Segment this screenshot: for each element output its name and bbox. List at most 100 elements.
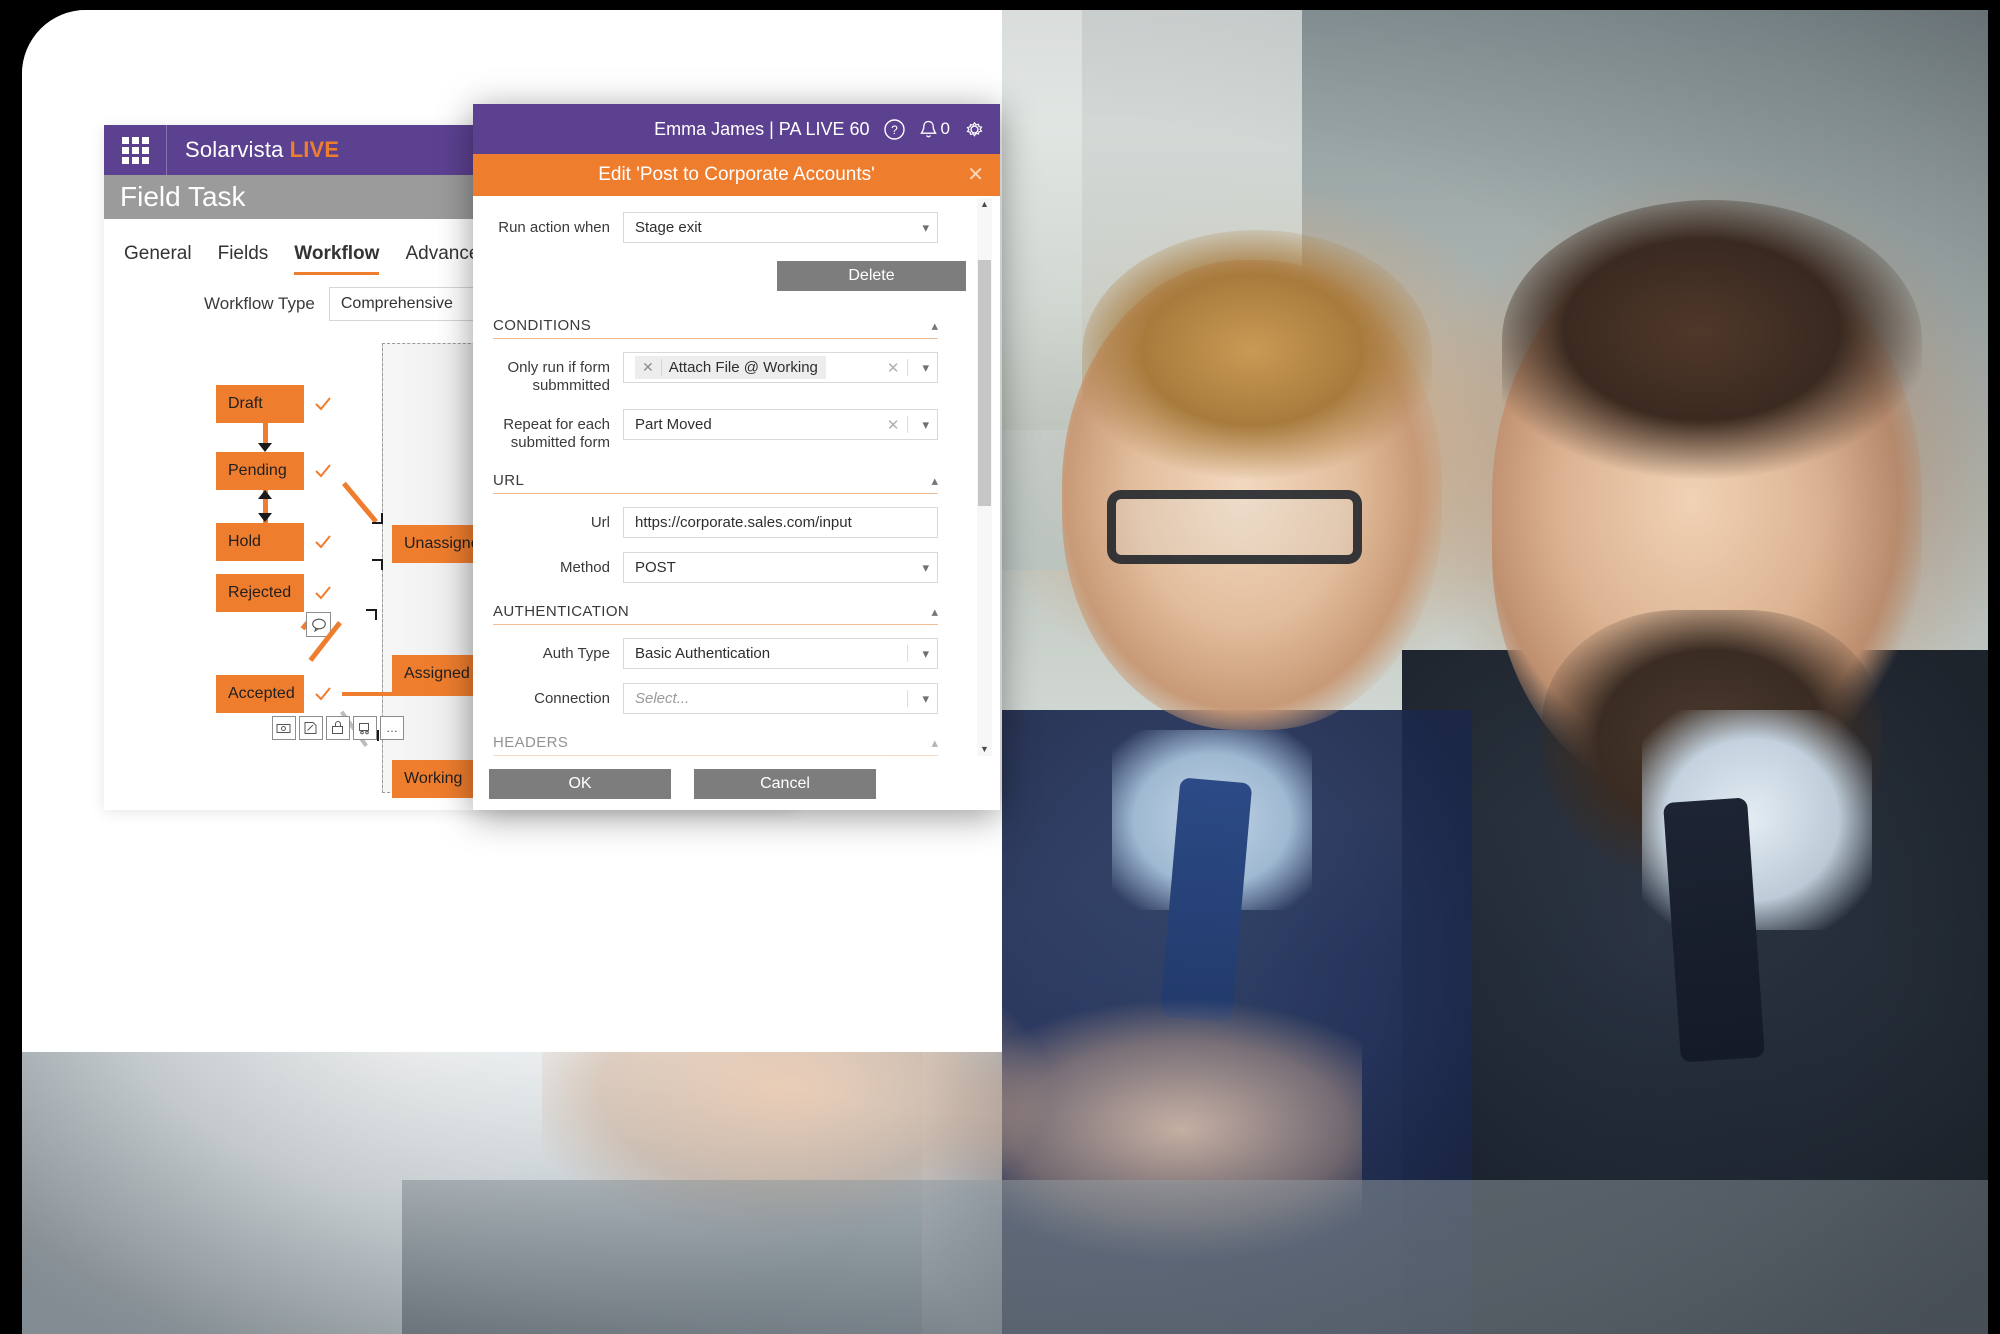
connection-label: Connection (534, 690, 610, 707)
delete-button[interactable]: Delete (777, 261, 966, 291)
apps-grid-button[interactable] (104, 125, 167, 175)
scrollbar-thumb[interactable] (978, 260, 991, 506)
workflow-node-accepted[interactable]: Accepted (216, 675, 342, 713)
dialog-title: Edit 'Post to Corporate Accounts' (598, 164, 875, 185)
check-icon (304, 452, 342, 490)
workflow-node-hold-label: Hold (228, 533, 261, 550)
page-title: Field Task (120, 181, 246, 212)
check-icon (304, 675, 342, 713)
edit-action-dialog: Emma James | PA LIVE 60 ? 0 Edit 'Post t… (473, 104, 1000, 810)
connection-placeholder: Select... (635, 690, 690, 707)
scroll-up-arrow[interactable]: ▲ (980, 198, 989, 210)
conditions-section: CONDITIONS ▴ Only run if form submmitted… (483, 317, 966, 452)
brand-logo: Solarvista LIVE (185, 137, 339, 163)
dialog-topbar: Emma James | PA LIVE 60 ? 0 (473, 104, 1000, 154)
dialog-scrollbar[interactable]: ▲ ▼ (977, 198, 992, 756)
chevron-down-icon: ▾ (922, 559, 929, 575)
divider (907, 690, 909, 707)
conditions-section-title: CONDITIONS (493, 317, 592, 334)
notification-count: 0 (940, 119, 950, 138)
method-row: Method POST ▾ (483, 552, 966, 583)
workflow-node-pending-label: Pending (228, 462, 287, 479)
workflow-node-hold[interactable]: Hold (216, 523, 342, 561)
notifications-button[interactable]: 0 (919, 119, 950, 140)
condition-chip[interactable]: ✕ Attach File @ Working (635, 356, 826, 379)
only-run-if-form-submitted-row: Only run if form submmitted ✕ Attach File… (483, 352, 966, 395)
tab-fields[interactable]: Fields (218, 243, 269, 275)
divider (907, 359, 909, 376)
auth-type-row: Auth Type Basic Authentication ▾ (483, 638, 966, 669)
connection-select[interactable]: Select... ▾ (623, 683, 938, 714)
method-label: Method (559, 559, 610, 576)
trolley-icon[interactable] (353, 716, 377, 740)
chevron-down-icon[interactable]: ▾ (922, 646, 929, 662)
url-value: https://corporate.sales.com/input (635, 514, 852, 531)
divider (907, 645, 909, 662)
conditions-section-header[interactable]: CONDITIONS ▴ (493, 317, 938, 339)
chevron-down-icon[interactable]: ▾ (922, 691, 929, 707)
check-icon (304, 385, 342, 423)
gear-icon[interactable] (963, 118, 986, 141)
signoff-icon[interactable] (299, 716, 323, 740)
workflow-node-draft-label: Draft (228, 395, 263, 412)
workflow-node-rejected[interactable]: Rejected (216, 574, 342, 612)
help-circle-icon[interactable]: ? (883, 118, 906, 141)
repeat-for-each-submitted-form-label: Repeat for each submitted form (503, 416, 610, 451)
url-section-title: URL (493, 472, 525, 489)
delete-row: Delete (483, 261, 966, 291)
workflow-node-assigned-label: Assigned (404, 665, 470, 682)
clear-icon[interactable]: ✕ (887, 416, 900, 434)
corner-marker (372, 513, 383, 524)
money-icon[interactable] (272, 716, 296, 740)
chevron-up-icon: ▴ (931, 472, 938, 488)
url-input[interactable]: https://corporate.sales.com/input (623, 507, 938, 538)
auth-type-value: Basic Authentication (635, 645, 771, 662)
condition-chip-label: Attach File @ Working (668, 359, 818, 376)
parts-icon[interactable] (326, 716, 350, 740)
auth-type-label: Auth Type (542, 645, 610, 662)
chevron-down-icon[interactable]: ▾ (922, 360, 929, 376)
tab-workflow-label: Workflow (294, 243, 380, 264)
dialog-body: Run action when Stage exit ▾ Delete COND… (473, 196, 1000, 758)
svg-text:?: ? (891, 123, 898, 137)
ok-button[interactable]: OK (489, 769, 671, 799)
tab-fields-label: Fields (217, 243, 269, 264)
user-account-label[interactable]: Emma James | PA LIVE 60 (654, 119, 869, 140)
authentication-section: AUTHENTICATION ▴ Auth Type Basic Authent… (483, 603, 966, 714)
more-icon[interactable]: … (380, 716, 404, 740)
url-section-header[interactable]: URL ▴ (493, 472, 938, 494)
check-icon (304, 523, 342, 561)
chevron-up-icon: ▴ (931, 603, 938, 619)
method-select[interactable]: POST ▾ (623, 552, 938, 583)
auth-type-select[interactable]: Basic Authentication ▾ (623, 638, 938, 669)
corner-marker (366, 609, 377, 620)
workflow-node-rejected-label: Rejected (228, 584, 292, 601)
tab-workflow[interactable]: Workflow (294, 243, 380, 275)
headers-section-header[interactable]: HEADERS ▴ (493, 734, 938, 756)
tab-general[interactable]: General (124, 243, 192, 275)
run-action-when-select[interactable]: Stage exit ▾ (623, 212, 938, 243)
authentication-section-header[interactable]: AUTHENTICATION ▴ (493, 603, 938, 625)
repeat-for-each-submitted-form-field[interactable]: Part Moved ✕ ▾ (623, 409, 938, 440)
scroll-down-arrow[interactable]: ▼ (980, 743, 989, 755)
cancel-button[interactable]: Cancel (694, 769, 876, 799)
chevron-down-icon[interactable]: ▾ (922, 417, 929, 433)
workflow-type-value: Comprehensive (340, 295, 453, 312)
screenshot-frame: Solarvista LIVE Field Task General Fields… (0, 0, 2000, 1334)
workflow-node-working-label: Working (404, 770, 463, 787)
workflow-type-label: Workflow Type (204, 294, 315, 313)
chip-remove-icon[interactable]: ✕ (635, 359, 662, 376)
workflow-node-draft[interactable]: Draft (216, 385, 342, 423)
bell-icon (919, 120, 937, 137)
dialog-footer: OK Cancel (473, 758, 1000, 810)
dialog-title-bar: Edit 'Post to Corporate Accounts' ✕ (473, 154, 1000, 196)
run-action-when-value: Stage exit (635, 219, 702, 236)
close-icon[interactable]: ✕ (967, 165, 984, 185)
arrow-down-icon (258, 513, 272, 522)
tab-general-label: General (124, 243, 192, 264)
only-run-if-form-submitted-field[interactable]: ✕ Attach File @ Working ✕ ▾ (623, 352, 938, 383)
chevron-up-icon: ▴ (931, 734, 938, 750)
clear-icon[interactable]: ✕ (887, 359, 900, 377)
workflow-node-pending[interactable]: Pending (216, 452, 342, 490)
corner-marker (372, 559, 383, 570)
